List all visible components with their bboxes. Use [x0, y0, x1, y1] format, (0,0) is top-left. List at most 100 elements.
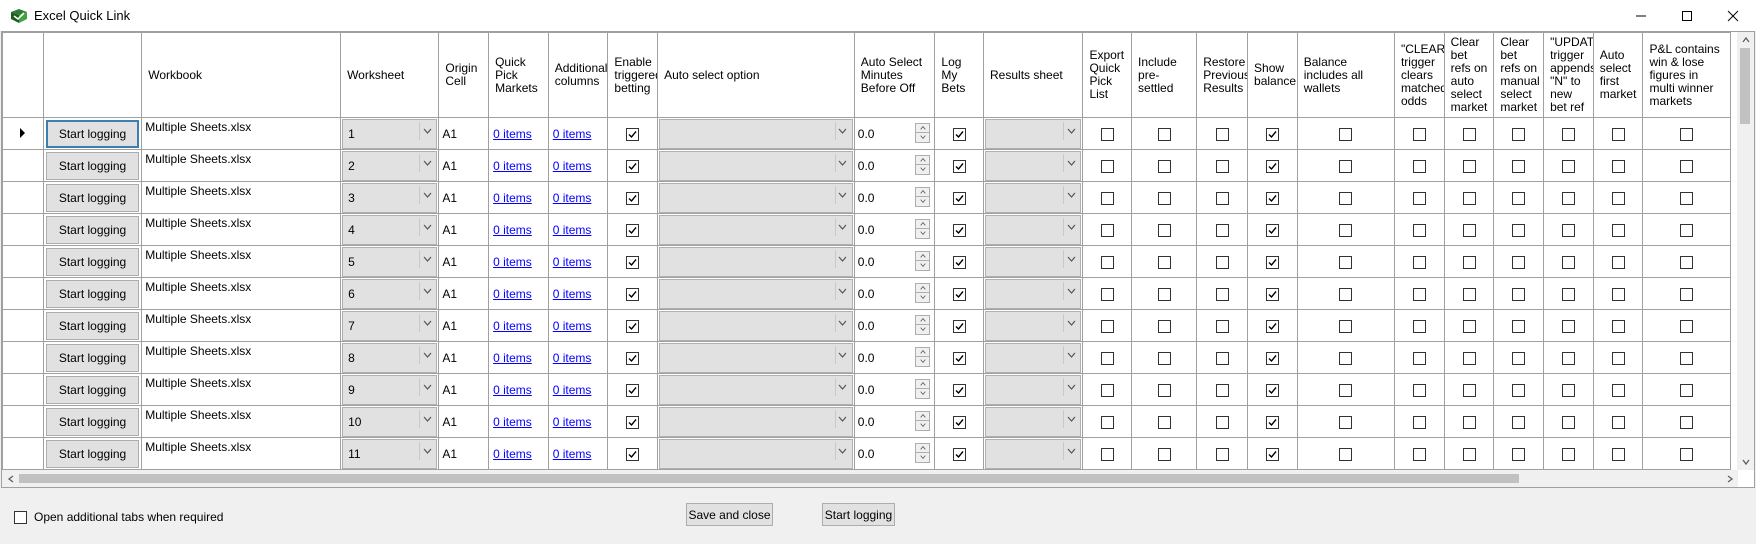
open-additional-tabs-checkbox[interactable] — [14, 510, 27, 524]
export-quick-pick-list-checkbox[interactable] — [1100, 415, 1114, 429]
results-sheet-dropdown-arrow[interactable] — [1063, 441, 1078, 460]
quick-pick-markets-link[interactable]: 0 items — [493, 351, 532, 365]
show-balance-checkbox[interactable] — [1265, 383, 1279, 397]
clear-trigger-clears-odds-checkbox[interactable] — [1412, 447, 1426, 461]
show-balance-checkbox[interactable] — [1265, 351, 1279, 365]
origin-cell[interactable]: A1 — [438, 245, 490, 278]
spin-up-button[interactable] — [916, 188, 930, 197]
show-balance-checkbox[interactable] — [1265, 287, 1279, 301]
include-pre-settled-checkbox[interactable] — [1157, 287, 1171, 301]
additional-columns-link[interactable]: 0 items — [553, 223, 592, 237]
quick-pick-markets-link[interactable]: 0 items — [493, 447, 532, 461]
auto-select-option-dropdown-arrow[interactable] — [834, 217, 850, 236]
restore-previous-results-checkbox[interactable] — [1215, 415, 1229, 429]
worksheet-dropdown[interactable]: 10 — [342, 406, 438, 437]
workbook-cell[interactable]: Multiple Sheets.xlsx — [141, 181, 342, 214]
update-trigger-appends-n-checkbox[interactable] — [1561, 255, 1575, 269]
auto-select-first-market-checkbox[interactable] — [1611, 415, 1625, 429]
quick-pick-markets-link[interactable]: 0 items — [493, 255, 532, 269]
worksheet-dropdown-arrow[interactable] — [419, 313, 434, 332]
results-sheet-dropdown[interactable] — [985, 342, 1082, 373]
balance-all-wallets-checkbox[interactable] — [1339, 127, 1353, 141]
enable-triggered-betting-checkbox[interactable] — [626, 255, 640, 269]
origin-cell[interactable]: A1 — [438, 277, 490, 310]
restore-previous-results-checkbox[interactable] — [1215, 127, 1229, 141]
clear-bet-refs-manual-checkbox[interactable] — [1512, 287, 1526, 301]
log-my-bets-checkbox[interactable] — [952, 415, 966, 429]
additional-columns-link[interactable]: 0 items — [553, 255, 592, 269]
column-header[interactable]: Workbook — [141, 32, 342, 118]
clear-bet-refs-manual-checkbox[interactable] — [1512, 415, 1526, 429]
show-balance-checkbox[interactable] — [1265, 415, 1279, 429]
enable-triggered-betting-checkbox[interactable] — [626, 191, 640, 205]
export-quick-pick-list-checkbox[interactable] — [1100, 319, 1114, 333]
worksheet-dropdown[interactable]: 7 — [342, 310, 438, 341]
enable-triggered-betting-checkbox[interactable] — [626, 127, 640, 141]
restore-previous-results-checkbox[interactable] — [1215, 319, 1229, 333]
auto-select-minutes-input[interactable]: 0.0 — [855, 375, 934, 405]
auto-select-first-market-checkbox[interactable] — [1611, 223, 1625, 237]
clear-bet-refs-auto-checkbox[interactable] — [1462, 383, 1476, 397]
column-header[interactable]: P&L contains win & lose figures in multi… — [1642, 32, 1731, 118]
log-my-bets-checkbox[interactable] — [952, 159, 966, 173]
include-pre-settled-checkbox[interactable] — [1157, 383, 1171, 397]
log-my-bets-checkbox[interactable] — [952, 383, 966, 397]
auto-select-first-market-checkbox[interactable] — [1611, 255, 1625, 269]
clear-bet-refs-manual-checkbox[interactable] — [1512, 223, 1526, 237]
worksheet-dropdown[interactable]: 8 — [342, 342, 438, 373]
enable-triggered-betting-checkbox[interactable] — [626, 159, 640, 173]
additional-columns-link[interactable]: 0 items — [553, 287, 592, 301]
export-quick-pick-list-checkbox[interactable] — [1100, 191, 1114, 205]
auto-select-option-dropdown[interactable] — [659, 278, 853, 309]
spin-down-button[interactable] — [916, 325, 929, 334]
clear-trigger-clears-odds-checkbox[interactable] — [1412, 127, 1426, 141]
export-quick-pick-list-checkbox[interactable] — [1100, 127, 1114, 141]
worksheet-dropdown[interactable]: 9 — [342, 374, 438, 405]
workbook-cell[interactable]: Multiple Sheets.xlsx — [141, 405, 342, 438]
pl-multi-winner-checkbox[interactable] — [1680, 351, 1694, 365]
spin-down-button[interactable] — [916, 293, 929, 302]
worksheet-dropdown-arrow[interactable] — [419, 441, 434, 460]
worksheet-dropdown[interactable]: 1 — [342, 118, 438, 149]
auto-select-option-dropdown[interactable] — [659, 150, 853, 181]
auto-select-minutes-input[interactable]: 0.0 — [855, 311, 934, 341]
column-header[interactable]: Auto select option — [657, 32, 855, 118]
auto-select-option-dropdown-arrow[interactable] — [834, 409, 850, 428]
origin-cell[interactable]: A1 — [438, 373, 490, 406]
row-header[interactable] — [2, 341, 44, 374]
quick-pick-markets-link[interactable]: 0 items — [493, 127, 532, 141]
results-sheet-dropdown[interactable] — [985, 118, 1082, 149]
additional-columns-link[interactable]: 0 items — [553, 159, 592, 173]
restore-previous-results-checkbox[interactable] — [1215, 351, 1229, 365]
pl-multi-winner-checkbox[interactable] — [1680, 447, 1694, 461]
save-and-close-button[interactable]: Save and close — [686, 503, 773, 526]
scroll-right-arrow[interactable] — [1721, 470, 1738, 487]
column-header[interactable]: Worksheet — [340, 32, 440, 118]
update-trigger-appends-n-checkbox[interactable] — [1561, 287, 1575, 301]
workbook-cell[interactable]: Multiple Sheets.xlsx — [141, 277, 342, 310]
spin-up-button[interactable] — [916, 124, 930, 133]
update-trigger-appends-n-checkbox[interactable] — [1561, 351, 1575, 365]
workbook-cell[interactable]: Multiple Sheets.xlsx — [141, 149, 342, 182]
additional-columns-link[interactable]: 0 items — [553, 383, 592, 397]
clear-trigger-clears-odds-checkbox[interactable] — [1412, 287, 1426, 301]
auto-select-option-dropdown-arrow[interactable] — [834, 377, 850, 396]
spin-down-button[interactable] — [916, 357, 929, 366]
auto-select-option-dropdown[interactable] — [659, 118, 853, 149]
update-trigger-appends-n-checkbox[interactable] — [1561, 127, 1575, 141]
spin-up-button[interactable] — [916, 412, 930, 421]
auto-select-minutes-input[interactable]: 0.0 — [855, 151, 934, 181]
include-pre-settled-checkbox[interactable] — [1157, 351, 1171, 365]
results-sheet-dropdown[interactable] — [985, 278, 1082, 309]
enable-triggered-betting-checkbox[interactable] — [626, 223, 640, 237]
auto-select-first-market-checkbox[interactable] — [1611, 447, 1625, 461]
log-my-bets-checkbox[interactable] — [952, 287, 966, 301]
enable-triggered-betting-checkbox[interactable] — [626, 447, 640, 461]
results-sheet-dropdown[interactable] — [985, 150, 1082, 181]
clear-bet-refs-auto-checkbox[interactable] — [1462, 319, 1476, 333]
spin-down-button[interactable] — [916, 229, 929, 238]
spin-up-button[interactable] — [916, 284, 930, 293]
log-my-bets-checkbox[interactable] — [952, 447, 966, 461]
workbook-cell[interactable]: Multiple Sheets.xlsx — [141, 309, 342, 342]
worksheet-dropdown-arrow[interactable] — [419, 153, 434, 172]
